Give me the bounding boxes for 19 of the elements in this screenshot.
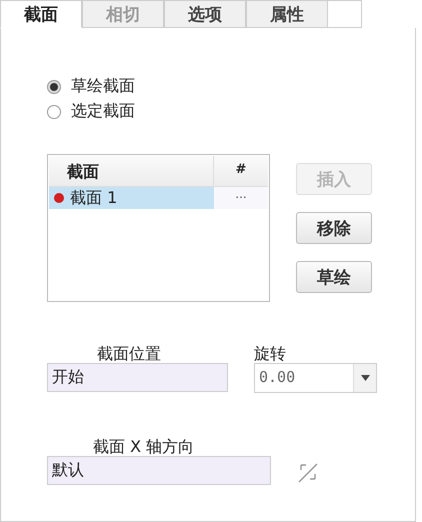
field-label: 截面位置 (97, 344, 162, 363)
field-label: 截面 X 轴方向 (93, 437, 196, 456)
column-header: 截面 (66, 161, 100, 183)
field-label: 旋转 (254, 344, 287, 363)
rotation-dropdown[interactable]: 0.00 (254, 363, 377, 393)
tab[interactable]: 属性 (246, 0, 328, 28)
input-field[interactable]: 开始 (47, 363, 228, 392)
table-cell[interactable]: ... (214, 187, 268, 209)
tab[interactable]: 截面 (0, 0, 82, 28)
action-button[interactable]: 移除 (296, 212, 372, 244)
list-item[interactable]: 截面 1 (49, 187, 214, 209)
input-field[interactable]: 默认 (47, 456, 271, 485)
dropdown-arrow-icon (360, 375, 370, 381)
radio-option[interactable]: 草绘截面 (47, 76, 135, 97)
column-header: # (213, 156, 268, 186)
flip-direction-icon[interactable] (297, 461, 319, 483)
action-button[interactable]: 草绘 (296, 261, 372, 293)
radio-option[interactable]: 选定截面 (47, 101, 135, 122)
tab[interactable]: 选项 (164, 0, 246, 28)
